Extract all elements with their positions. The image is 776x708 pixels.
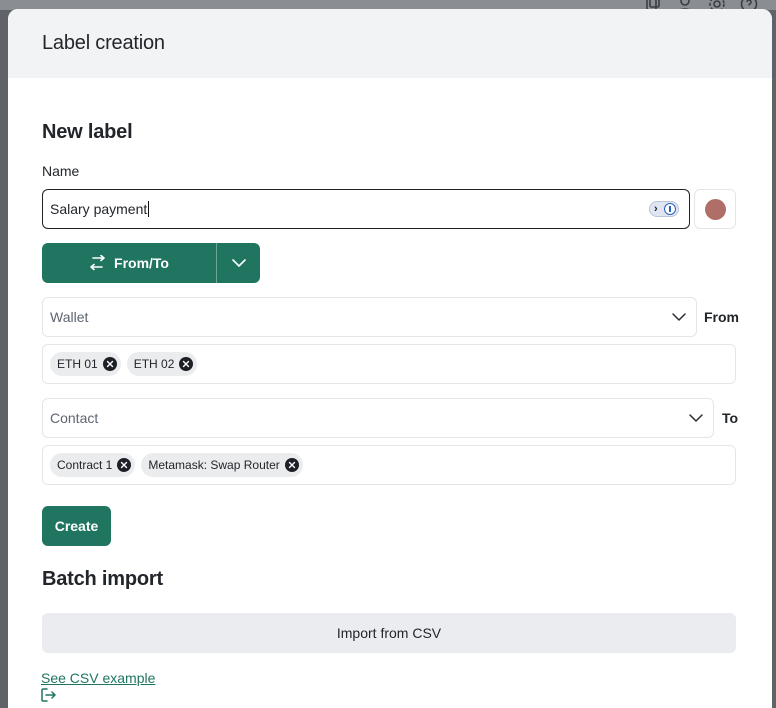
label-creation-modal: Label creation New label Name Salary pay… xyxy=(8,9,772,708)
to-label: To xyxy=(722,410,739,426)
tag-label: ETH 02 xyxy=(133,357,175,371)
direction-button-label: From/To xyxy=(114,255,169,271)
color-swatch xyxy=(704,198,726,220)
direction-button[interactable]: From/To xyxy=(42,243,217,283)
close-circle-icon[interactable] xyxy=(179,357,194,371)
tag-chip: Metamask: Swap Router xyxy=(141,453,303,477)
chevron-down-icon xyxy=(672,313,686,321)
csv-example-link[interactable]: See CSV example xyxy=(41,670,155,686)
tag-label: Metamask: Swap Router xyxy=(148,458,280,472)
label-name-input[interactable]: Salary payment › xyxy=(42,189,690,229)
label-name-value: Salary payment xyxy=(50,201,148,217)
tag-chip: ETH 02 xyxy=(126,352,198,376)
chevron-down-icon xyxy=(689,414,703,422)
batch-import-heading: Batch import xyxy=(42,568,163,590)
name-field-label: Name xyxy=(42,163,80,179)
close-circle-icon[interactable] xyxy=(117,458,132,472)
info-dot-icon xyxy=(664,203,676,215)
tag-chip: Contract 1 xyxy=(50,453,136,477)
close-circle-icon[interactable] xyxy=(284,458,299,472)
modal-title: Label creation xyxy=(42,32,165,54)
tag-label: Contract 1 xyxy=(57,458,113,472)
create-button[interactable]: Create xyxy=(42,506,111,546)
contact-select-placeholder: Contact xyxy=(50,410,99,426)
new-label-heading: New label xyxy=(42,121,133,143)
text-caret xyxy=(148,201,150,217)
close-circle-icon[interactable] xyxy=(102,357,117,371)
tag-chip: ETH 01 xyxy=(50,352,121,376)
from-tags-field[interactable]: ETH 01 ETH 02 xyxy=(42,344,736,384)
tag-label: ETH 01 xyxy=(57,357,98,371)
from-label: From xyxy=(704,309,739,325)
import-csv-button[interactable]: Import from CSV xyxy=(42,613,736,653)
to-tags-field[interactable]: Contract 1 Metamask: Swap Router xyxy=(42,445,736,485)
modal-header: Label creation xyxy=(8,9,772,78)
password-manager-icon[interactable]: › xyxy=(649,201,679,217)
wallet-select-placeholder: Wallet xyxy=(50,309,89,325)
chevron-down-icon xyxy=(231,259,246,267)
external-link-icon[interactable] xyxy=(41,688,56,702)
wallet-select[interactable]: Wallet xyxy=(42,297,697,337)
contact-select[interactable]: Contact xyxy=(42,398,714,438)
chevron-right-icon: › xyxy=(654,202,658,215)
direction-dropdown-toggle[interactable] xyxy=(217,243,260,283)
direction-split-button: From/To xyxy=(42,243,260,283)
arrows-left-right-icon xyxy=(90,255,105,271)
color-picker-button[interactable] xyxy=(694,189,736,229)
